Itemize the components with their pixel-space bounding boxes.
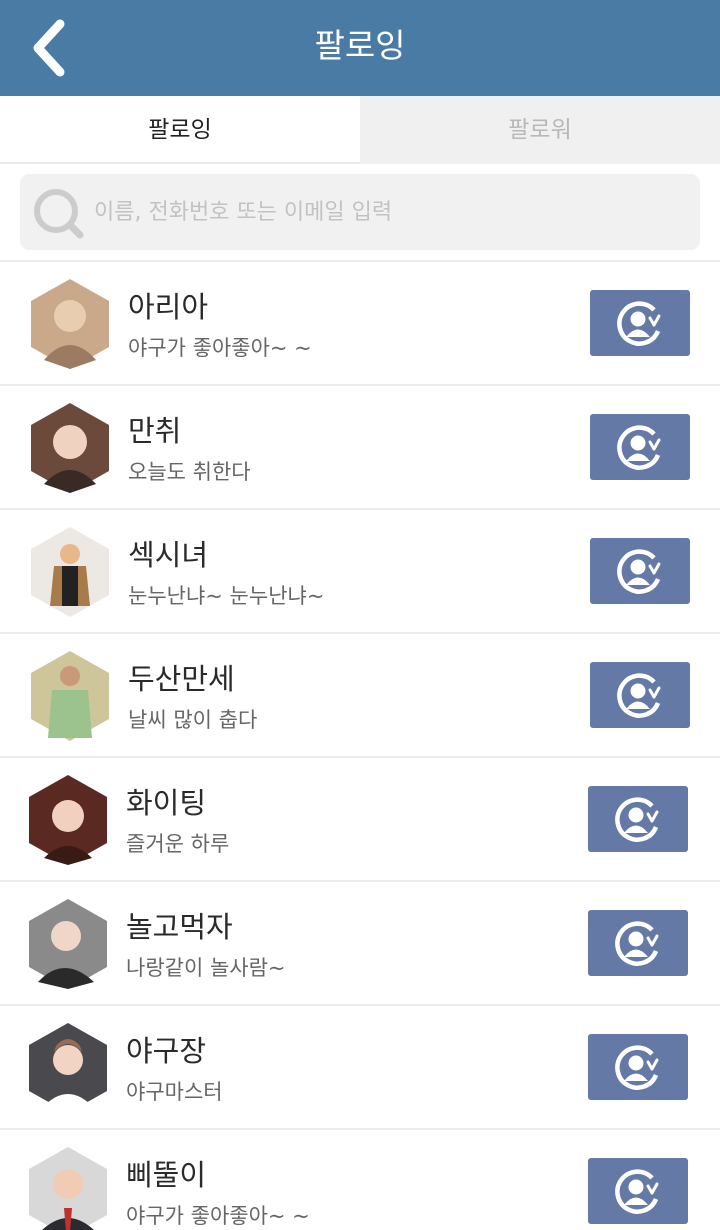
list-item[interactable]: 아리아 야구가 좋아좋아~ ~ (0, 262, 720, 386)
following-toggle-button[interactable] (588, 1034, 688, 1100)
user-name: 야구장 (126, 1034, 207, 1068)
page-title: 팔로잉 (314, 26, 406, 65)
user-status: 야구가 좋아좋아~ ~ (126, 1204, 310, 1228)
avatar (29, 1147, 107, 1230)
list-item[interactable]: 섹시녀 눈누난냐~ 눈누난냐~ (0, 510, 720, 634)
tab-following[interactable]: 팔로잉 (0, 96, 360, 164)
avatar (29, 899, 107, 989)
following-list: 아리아 야구가 좋아좋아~ ~ 만취 오늘도 취한다 섹시녀 눈누난냐~ 눈누난… (0, 260, 720, 1230)
user-status: 날씨 많이 춥다 (128, 708, 258, 732)
avatar (31, 403, 109, 493)
following-toggle-button[interactable] (590, 290, 690, 356)
list-item[interactable]: 만취 오늘도 취한다 (0, 386, 720, 510)
user-name: 놀고먹자 (126, 910, 233, 944)
user-check-icon (615, 1169, 659, 1214)
user-name: 섹시녀 (128, 538, 209, 572)
user-check-icon (617, 301, 661, 346)
user-status: 눈누난냐~ 눈누난냐~ (128, 584, 325, 608)
user-name: 아리아 (128, 290, 209, 324)
user-status: 즐거운 하루 (126, 832, 230, 856)
following-toggle-button[interactable] (588, 910, 688, 976)
user-status: 야구마스터 (126, 1080, 223, 1104)
search-input[interactable] (94, 174, 690, 250)
user-check-icon (617, 549, 661, 594)
list-item[interactable]: 삐뚤이 야구가 좋아좋아~ ~ (0, 1130, 720, 1230)
following-toggle-button[interactable] (590, 414, 690, 480)
list-item[interactable]: 야구장 야구마스터 (0, 1006, 720, 1130)
list-item[interactable]: 두산만세 날씨 많이 춥다 (0, 634, 720, 758)
user-status: 오늘도 취한다 (128, 460, 251, 484)
user-check-icon (615, 921, 659, 966)
following-toggle-button[interactable] (588, 786, 688, 852)
user-check-icon (615, 1045, 659, 1090)
user-name: 삐뚤이 (126, 1158, 207, 1192)
user-name: 화이팅 (126, 786, 207, 820)
search-icon (34, 189, 84, 239)
list-item[interactable]: 화이팅 즐거운 하루 (0, 758, 720, 882)
user-check-icon (617, 425, 661, 470)
search-box (20, 174, 700, 250)
user-status: 야구가 좋아좋아~ ~ (128, 336, 312, 360)
user-name: 두산만세 (128, 662, 235, 696)
app-header: 팔로잉 (0, 0, 720, 96)
following-toggle-button[interactable] (590, 538, 690, 604)
avatar (29, 775, 107, 865)
tab-bar: 팔로잉 팔로워 (0, 96, 720, 164)
avatar (31, 527, 109, 617)
following-toggle-button[interactable] (590, 662, 690, 728)
avatar (31, 651, 109, 741)
following-toggle-button[interactable] (588, 1158, 688, 1224)
user-check-icon (617, 673, 661, 718)
avatar (29, 1023, 107, 1113)
avatar (31, 279, 109, 369)
user-name: 만취 (128, 414, 182, 448)
user-status: 나랑같이 놀사람~ (126, 956, 286, 980)
tab-followers[interactable]: 팔로워 (360, 96, 720, 164)
user-check-icon (615, 797, 659, 842)
list-item[interactable]: 놀고먹자 나랑같이 놀사람~ (0, 882, 720, 1006)
